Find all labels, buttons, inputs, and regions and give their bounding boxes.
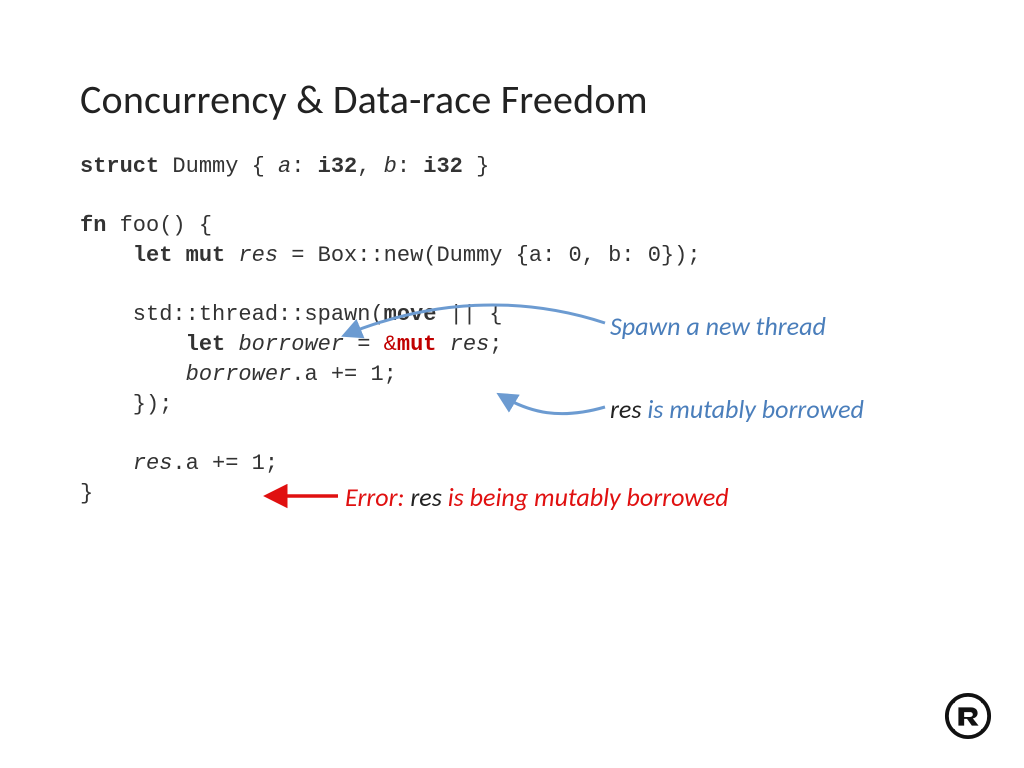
annotation-borrowed-text: is mutably borrowed <box>641 393 863 425</box>
annotation-spawn: Spawn a new thread <box>610 310 826 342</box>
annotation-error: Error: res is being mutably borrowed <box>345 481 729 513</box>
kw-let: let <box>186 332 226 357</box>
code-text: , <box>357 154 383 179</box>
var-res: res <box>450 332 490 357</box>
annotation-error-text: is being mutably borrowed <box>448 481 729 513</box>
field-a: a <box>278 154 291 179</box>
code-text <box>172 243 185 268</box>
code-text: } <box>463 154 489 179</box>
slide: Concurrency & Data-race Freedom struct D… <box>0 0 1024 768</box>
code-text: ; <box>489 332 502 357</box>
code-text <box>80 451 133 476</box>
var-borrower: borrower <box>238 332 344 357</box>
code-text <box>436 332 449 357</box>
code-text: } <box>80 481 93 506</box>
code-text: : <box>291 154 317 179</box>
var-res: res <box>238 243 278 268</box>
annotation-error-label: Error: <box>345 481 405 513</box>
field-b: b <box>384 154 397 179</box>
code-text: }); <box>80 392 172 417</box>
var-borrower: borrower <box>186 362 292 387</box>
annotation-res: res <box>610 393 641 425</box>
code-text: foo() { <box>106 213 212 238</box>
var-res: res <box>133 451 173 476</box>
code-text: : <box>397 154 423 179</box>
code-text: Dummy { <box>159 154 278 179</box>
code-text <box>225 332 238 357</box>
code-text <box>225 243 238 268</box>
code-text: = Box::new(Dummy {a: 0, b: 0}); <box>278 243 700 268</box>
code-text: = <box>344 332 384 357</box>
amp: & <box>384 332 397 357</box>
kw-struct: struct <box>80 154 159 179</box>
kw-move: move <box>384 302 437 327</box>
code-text <box>80 243 133 268</box>
kw-let: let <box>133 243 173 268</box>
kw-mut-red: mut <box>397 332 437 357</box>
kw-fn: fn <box>80 213 106 238</box>
rust-logo-icon <box>944 692 992 740</box>
slide-title: Concurrency & Data-race Freedom <box>80 75 944 124</box>
annotation-borrowed: res is mutably borrowed <box>610 393 864 425</box>
code-text: .a += 1; <box>172 451 278 476</box>
type-i32: i32 <box>318 154 358 179</box>
code-text: std::thread::spawn( <box>80 302 384 327</box>
code-text: || { <box>436 302 502 327</box>
kw-mut: mut <box>186 243 226 268</box>
code-text: .a += 1; <box>291 362 397 387</box>
type-i32: i32 <box>423 154 463 179</box>
annotation-res: res <box>405 481 448 513</box>
code-text <box>80 362 186 387</box>
code-text <box>80 332 186 357</box>
